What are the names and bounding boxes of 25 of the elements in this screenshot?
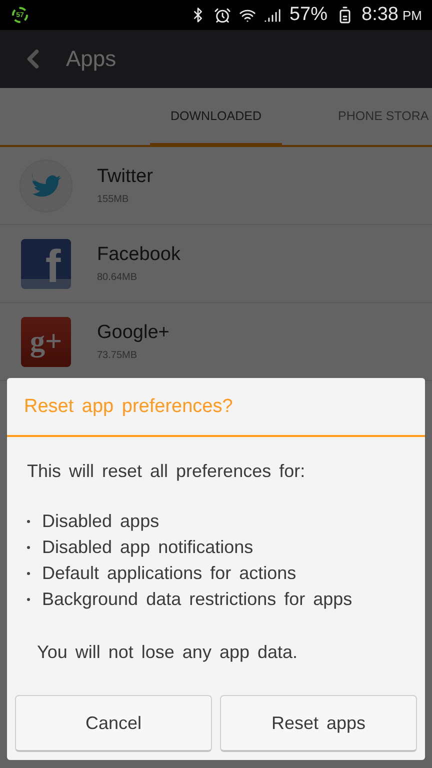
clock-time: 8:38 xyxy=(362,4,398,26)
dialog-text: This will reset all preferences for: xyxy=(27,461,306,482)
screen-title: Apps xyxy=(66,46,116,72)
alarm-icon xyxy=(214,6,232,24)
app-logo: f xyxy=(21,238,71,288)
app-logo: g+ xyxy=(21,316,71,366)
dialog-note: You will not lose any app data. xyxy=(36,642,299,663)
app-name: Twitter xyxy=(97,166,153,188)
app-name: Facebook xyxy=(97,244,180,266)
bullet-icon xyxy=(27,546,30,548)
app-name: Google+ xyxy=(97,322,170,344)
bullet-icon xyxy=(27,520,30,522)
dialog-title: Reset app preferences? xyxy=(7,378,425,437)
clock-meridiem: PM xyxy=(402,8,422,22)
reset-button[interactable]: Reset apps xyxy=(220,695,417,752)
list-item: Disabled app notifications xyxy=(42,536,254,558)
list-item: Background data restrictions for apps xyxy=(42,588,352,610)
signal-icon xyxy=(264,6,282,24)
battery-percent: 57% xyxy=(289,4,328,26)
cancel-button[interactable]: Cancel xyxy=(15,695,212,752)
bullet-icon xyxy=(27,572,30,574)
list-item: Default applications for actions xyxy=(42,562,296,584)
bird-icon xyxy=(19,158,73,214)
list-item: Disabled apps xyxy=(42,510,160,532)
bullet-icon xyxy=(27,598,30,600)
